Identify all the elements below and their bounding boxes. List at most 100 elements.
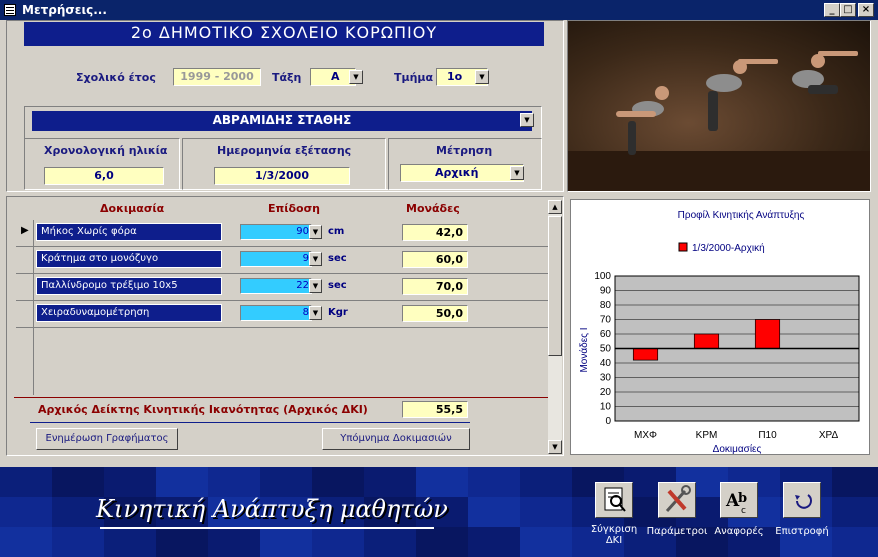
parameters-button[interactable] [658,482,696,518]
long-jump-sequence-image [568,51,870,191]
measure-label: Μέτρηση [436,144,493,157]
y-tick-label: 20 [600,387,612,398]
test-name-field[interactable]: Κράτημα στο μονόζυγο [36,250,222,268]
banner-tile [468,527,520,557]
y-tick-label: 80 [600,300,612,311]
banner-tile [260,527,312,557]
test-name-field[interactable]: Μήκος Χωρίς φόρα [36,223,222,241]
return-arrow-icon [795,494,812,509]
header-units: Μονάδες [406,202,460,215]
y-tick-label: 50 [600,344,612,355]
window-form-icon[interactable] [4,4,16,16]
reports-label: Αναφορές [714,526,764,537]
legend-entry: 1/3/2000-Αρχική [692,242,765,254]
unit-label: sec [328,253,347,264]
scroll-thumb[interactable] [548,216,562,356]
window-title: Μετρήσεις... [22,3,107,17]
performance-field[interactable]: 9 [240,251,312,267]
compare-dki-button[interactable] [595,482,633,518]
banner-tile [416,527,468,557]
y-axis-label: Μονάδες Ι [578,327,590,372]
banner-tile [832,497,878,527]
back-button[interactable] [783,482,821,518]
measure-dropdown-arrow-icon[interactable]: ▼ [510,166,524,180]
banner-tile [0,527,52,557]
class-dropdown-arrow-icon[interactable]: ▼ [349,70,363,84]
y-tick-label: 90 [600,286,612,297]
unit-label: cm [328,226,345,237]
unit-label: Kgr [328,307,348,318]
measure-select[interactable]: Αρχική [400,164,524,182]
performance-dropdown-arrow-icon[interactable]: ▼ [309,306,322,320]
profile-chart-svg: Προφίλ Κινητικής Ανάπτυξης 1/3/2000-Αρχικ… [578,209,860,455]
form-body: 2ο ΔΗΜΟΤΙΚΟ ΣΧΟΛΕΙΟ ΚΟΡΩΠΙΟΥ Σχολικό έτο… [4,20,874,465]
row-selector[interactable] [16,274,34,300]
banner-tile [520,467,572,497]
banner-tile [208,467,260,497]
score-field: 42,0 [402,224,468,241]
minimize-button[interactable]: _ [824,3,840,17]
x-tick-label: ΜΧΦ [634,430,657,441]
y-tick-label: 10 [600,402,612,413]
performance-dropdown-arrow-icon[interactable]: ▼ [309,225,322,239]
unit-label: sec [328,280,347,291]
test-name-field[interactable]: Παλλίνδρομο τρέξιμο 10x5 [36,277,222,295]
exam-date-label: Ημερομηνία εξέτασης [217,144,352,157]
banner-tile [520,497,572,527]
banner-tile [520,527,572,557]
x-tick-label: ΧΡΔ [819,430,839,441]
class-label: Τάξη [272,71,302,84]
banner-tile [312,527,364,557]
test-name-field[interactable]: Χειραδυναμομέτρηση [36,304,222,322]
maximize-button[interactable]: □ [840,3,856,17]
banner-tile [364,527,416,557]
y-tick-label: 0 [605,416,611,427]
school-year-field[interactable]: 1999 - 2000 [173,68,261,86]
row-selector[interactable]: ▶ [16,220,34,246]
performance-field[interactable]: 8 [240,305,312,321]
reports-button[interactable]: A b c [720,482,758,518]
performance-dropdown-arrow-icon[interactable]: ▼ [309,279,322,293]
y-tick-label: 60 [600,329,612,340]
index-underline [30,422,470,423]
banner-tile [52,467,104,497]
section-dropdown-arrow-icon[interactable]: ▼ [475,70,489,84]
performance-field[interactable]: 22 [240,278,312,294]
student-dropdown-arrow-icon[interactable]: ▼ [520,113,534,127]
tests-legend-button[interactable]: Υπόμνημα Δοκιμασιών [322,428,470,450]
student-name-select[interactable]: ΑΒΡΑΜΙΔΗΣ ΣΤΑΘΗΣ [32,111,532,131]
row-selector[interactable] [16,301,34,327]
banner-tile [156,527,208,557]
index-label: Αρχικός Δείκτης Κινητικής Ικανότητας (Αρ… [38,403,368,416]
back-label: Επιστροφή [775,526,829,537]
header-test: Δοκιμασία [100,202,165,215]
performance-field[interactable]: 90 [240,224,312,240]
scroll-up-arrow-icon[interactable]: ▲ [548,200,562,214]
x-axis-label: Δοκιμασίες [713,443,762,454]
banner-tile [52,527,104,557]
school-year-label: Σχολικό έτος [76,71,156,84]
chart-title: Προφίλ Κινητικής Ανάπτυξης [678,209,805,221]
footer-title: Κινητική Ανάπτυξη μαθητών [96,495,448,523]
row-selector-empty [16,328,34,395]
close-button[interactable]: × [858,3,874,17]
magnifier-document-icon [604,487,626,512]
wrench-screwdriver-icon [665,485,691,513]
age-field: 6,0 [44,167,164,185]
y-tick-label: 70 [600,315,612,326]
banner-tile [468,467,520,497]
banner-tile [312,467,364,497]
age-label: Χρονολογική ηλικία [44,144,168,157]
row-selector[interactable] [16,247,34,273]
exam-date-field: 1/3/2000 [214,167,350,185]
index-divider [14,397,548,398]
index-value: 55,5 [402,401,468,418]
x-tick-label: Π10 [758,430,777,441]
banner-tile [104,467,156,497]
scroll-down-arrow-icon[interactable]: ▼ [548,440,562,454]
update-chart-button[interactable]: Ενημέρωση Γραφήματος [36,428,178,450]
y-tick-label: 30 [600,373,612,384]
footer-banner: Κινητική Ανάπτυξη μαθητών Σύγκριση ΔΚΙ Π… [0,467,878,557]
current-row-arrow-icon: ▶ [21,225,29,236]
performance-dropdown-arrow-icon[interactable]: ▼ [309,252,322,266]
